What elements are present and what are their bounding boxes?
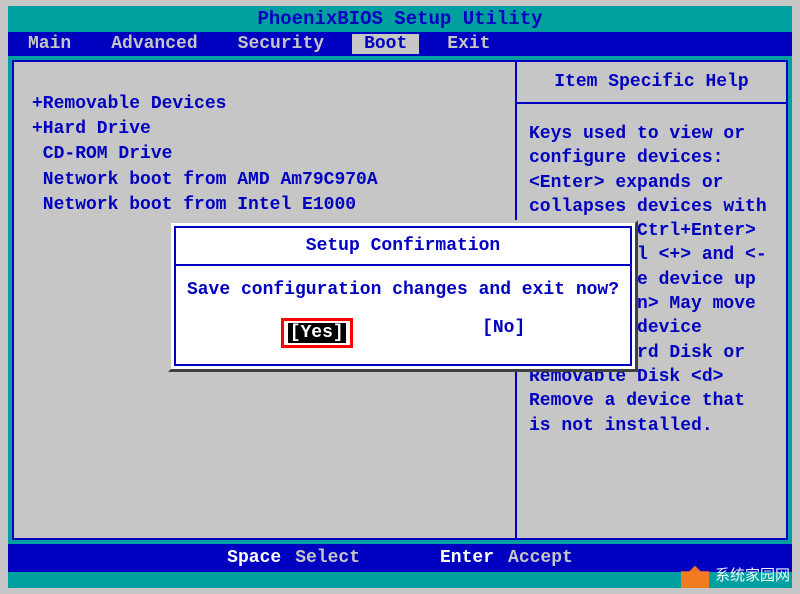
boot-item-net-amd[interactable]: Network boot from AMD Am79C970A (32, 168, 497, 193)
footer-label-accept: Accept (508, 548, 573, 568)
footer-bar: Space Select Enter Accept (8, 544, 792, 572)
help-header: Item Specific Help (517, 62, 786, 104)
boot-item-net-intel[interactable]: Network boot from Intel E1000 (32, 193, 497, 218)
menu-advanced[interactable]: Advanced (91, 34, 217, 54)
boot-item-cdrom[interactable]: CD-ROM Drive (32, 142, 497, 167)
dialog-title: Setup Confirmation (176, 228, 630, 266)
yes-button[interactable]: [Yes] (288, 323, 346, 343)
footer-key-space: Space (227, 548, 281, 568)
confirmation-dialog: Setup Confirmation Save configuration ch… (168, 220, 638, 372)
menu-security[interactable]: Security (218, 34, 344, 54)
dialog-message: Save configuration changes and exit now? (176, 266, 630, 318)
boot-item-hard-drive[interactable]: +Hard Drive (32, 117, 497, 142)
no-button[interactable]: [No] (482, 318, 525, 348)
menu-boot[interactable]: Boot (352, 34, 419, 54)
menu-main[interactable]: Main (8, 34, 91, 54)
watermark-text: 系统家园网 (715, 564, 790, 585)
bios-title: PhoenixBIOS Setup Utility (8, 6, 792, 32)
footer-key-enter: Enter (440, 548, 494, 568)
footer-label-select: Select (295, 548, 360, 568)
boot-item-removable[interactable]: +Removable Devices (32, 92, 497, 117)
house-icon (681, 560, 709, 588)
menu-exit[interactable]: Exit (427, 34, 510, 54)
watermark: 系统家园网 (681, 560, 790, 588)
yes-button-highlight: [Yes] (281, 318, 353, 348)
menu-bar: Main Advanced Security Boot Exit (8, 32, 792, 56)
